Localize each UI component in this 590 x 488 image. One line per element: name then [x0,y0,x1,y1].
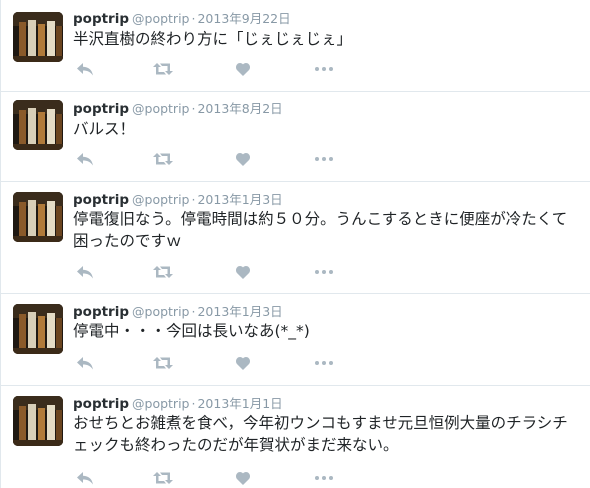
more-dots-icon [315,361,333,365]
retweet-icon [153,266,173,278]
user-handle[interactable]: @poptrip [132,11,189,26]
avatar[interactable] [13,192,63,242]
tweet-item[interactable]: poptrip @poptrip · 2013年1月1日 おせちとお雑煮を食べ，今年初… [1,386,590,488]
tweet-item[interactable]: poptrip @poptrip · 2013年1月3日 停電中・・・今回は長いなあ(… [1,294,590,386]
retweet-button[interactable] [151,353,175,373]
retweet-icon [153,357,173,369]
heart-icon [236,265,250,279]
reply-button[interactable] [73,59,97,79]
tweet-item[interactable]: poptrip @poptrip · 2013年8月2日 バルス！ [1,92,590,182]
avatar[interactable] [13,396,63,446]
heart-icon [236,62,250,76]
tweet-text: 停電中・・・今回は長いなあ(*_*) [73,322,310,340]
timeline: poptrip @poptrip · 2013年9月22日 半沢直樹の終わり方に「じぇ… [0,0,590,488]
more-button[interactable] [312,59,336,79]
tweet-text: おせちとお雑煮を食べ，今年初ウンコもすませ元旦恒例大量のチラシチェックも終わった… [73,414,568,454]
favorite-button[interactable] [231,149,255,169]
more-button[interactable] [312,149,336,169]
heart-icon [236,356,250,370]
tweet-timestamp[interactable]: 2013年1月3日 [197,304,282,319]
retweet-icon [153,472,173,484]
tweet-header: poptrip @poptrip · 2013年9月22日 [73,9,291,27]
tweet-item[interactable]: poptrip @poptrip · 2013年1月3日 停電復旧なう。停電時間は約５… [1,182,590,294]
separator-dot: · [191,101,196,116]
tweet-timestamp[interactable]: 2013年1月1日 [197,396,282,411]
user-name[interactable]: poptrip [73,396,129,412]
favorite-button[interactable] [231,262,255,282]
more-dots-icon [315,157,333,161]
reply-button[interactable] [73,353,97,373]
avatar-photo [13,304,63,354]
separator-dot: · [191,304,196,319]
avatar-photo [13,12,63,62]
tweet-item[interactable]: poptrip @poptrip · 2013年9月22日 半沢直樹の終わり方に「じぇ… [1,0,590,92]
heart-icon [236,152,250,166]
tweet-timestamp[interactable]: 2013年1月3日 [197,192,282,207]
tweet-text: 停電復旧なう。停電時間は約５０分。うんこするときに便座が冷たくて困ったのですｗ [73,210,568,250]
favorite-button[interactable] [231,59,255,79]
retweet-button[interactable] [151,468,175,488]
avatar[interactable] [13,100,63,150]
tweet-header: poptrip @poptrip · 2013年1月1日 [73,394,283,412]
user-handle[interactable]: @poptrip [132,101,189,116]
reply-arrow-icon [77,62,93,75]
retweet-button[interactable] [151,59,175,79]
user-handle[interactable]: @poptrip [132,192,189,207]
user-name[interactable]: poptrip [73,192,129,208]
user-name[interactable]: poptrip [73,11,129,27]
retweet-button[interactable] [151,262,175,282]
favorite-button[interactable] [231,468,255,488]
tweet-header: poptrip @poptrip · 2013年1月3日 [73,302,283,320]
reply-button[interactable] [73,468,97,488]
user-name[interactable]: poptrip [73,101,129,117]
reply-arrow-icon [77,152,93,165]
avatar-photo [13,100,63,150]
retweet-icon [153,153,173,165]
user-handle[interactable]: @poptrip [132,396,189,411]
separator-dot: · [191,396,196,411]
tweet-text: バルス！ [73,120,136,138]
more-button[interactable] [312,262,336,282]
tweet-timestamp[interactable]: 2013年9月22日 [197,11,290,26]
avatar-photo [13,396,63,446]
tweet-header: poptrip @poptrip · 2013年1月3日 [73,190,283,208]
reply-arrow-icon [77,265,93,278]
separator-dot: · [191,192,196,207]
more-dots-icon [315,270,333,274]
user-handle[interactable]: @poptrip [132,304,189,319]
tweet-timestamp[interactable]: 2013年8月2日 [197,101,282,116]
reply-button[interactable] [73,262,97,282]
favorite-button[interactable] [231,353,255,373]
avatar[interactable] [13,304,63,354]
retweet-icon [153,63,173,75]
user-name[interactable]: poptrip [73,304,129,320]
retweet-button[interactable] [151,149,175,169]
separator-dot: · [191,11,196,26]
tweet-header: poptrip @poptrip · 2013年8月2日 [73,99,283,117]
reply-arrow-icon [77,471,93,484]
reply-button[interactable] [73,149,97,169]
avatar[interactable] [13,12,63,62]
more-dots-icon [315,67,333,71]
tweet-text: 半沢直樹の終わり方に「じぇじぇじぇ」 [73,30,353,48]
heart-icon [236,471,250,485]
reply-arrow-icon [77,356,93,369]
avatar-photo [13,192,63,242]
more-dots-icon [315,476,333,480]
more-button[interactable] [312,353,336,373]
more-button[interactable] [312,468,336,488]
